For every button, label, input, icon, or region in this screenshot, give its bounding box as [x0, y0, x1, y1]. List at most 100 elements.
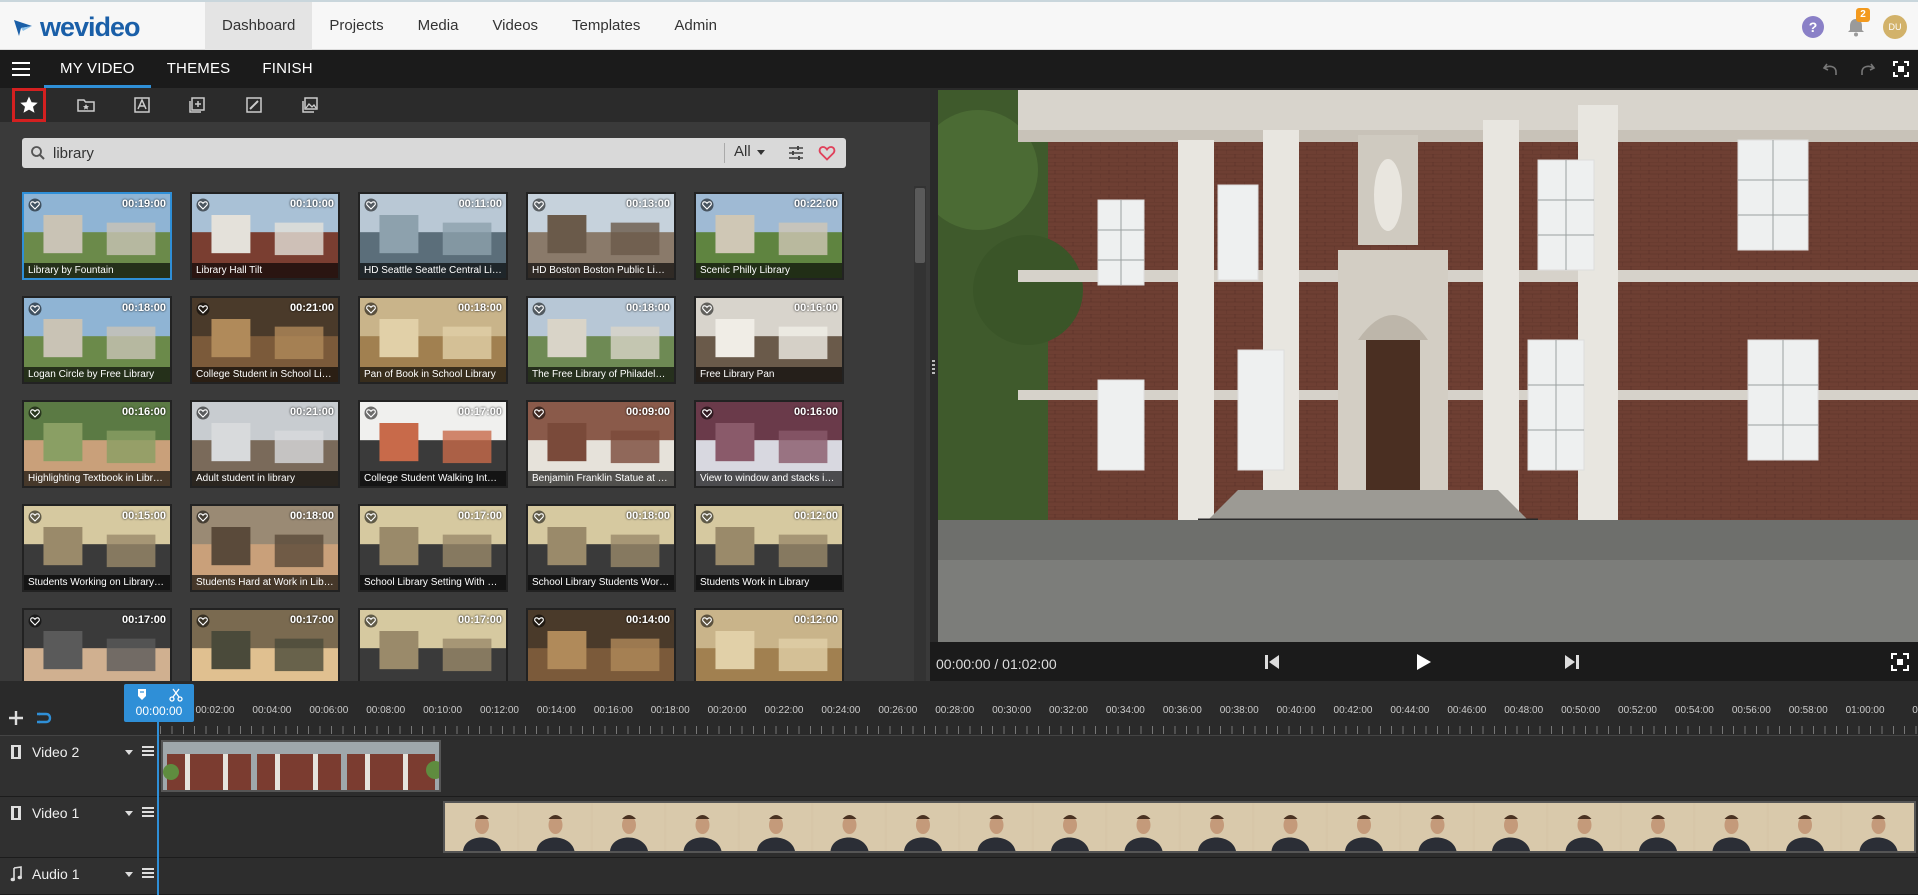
media-thumbnail[interactable]: 00:16:00 View to window and stacks in t..…	[694, 400, 844, 488]
favorites-tab[interactable]	[12, 88, 46, 122]
stock-media-tab[interactable]	[185, 93, 209, 117]
timeline-clip-video-1[interactable]	[443, 801, 1916, 853]
favorite-heart-icon[interactable]	[532, 302, 546, 316]
favorite-heart-icon[interactable]	[532, 614, 546, 628]
help-icon[interactable]: ?	[1802, 16, 1824, 38]
thumbnail-title: Students Work in Library	[696, 575, 842, 590]
nav-templates[interactable]: Templates	[555, 2, 657, 50]
tab-finish[interactable]: FINISH	[246, 50, 328, 88]
user-avatar[interactable]: DU	[1883, 15, 1907, 39]
preview-frame-image	[938, 90, 1918, 642]
media-thumbnail[interactable]: 00:18:00 The Free Library of Philadelphia	[526, 296, 676, 384]
favorite-heart-icon[interactable]	[196, 198, 210, 212]
media-type-filter[interactable]: All	[734, 143, 765, 160]
favorite-heart-icon[interactable]	[28, 302, 42, 316]
fullscreen-icon[interactable]	[1892, 60, 1910, 78]
media-thumbnail[interactable]: 00:18:00 Students Hard at Work in Libra..…	[190, 504, 340, 592]
media-thumbnail[interactable]: 00:11:00 HD Seattle Seattle Central Libr.…	[358, 192, 508, 280]
media-thumbnail[interactable]: 00:16:00 Free Library Pan	[694, 296, 844, 384]
nav-videos[interactable]: Videos	[475, 2, 555, 50]
redo-icon[interactable]	[1858, 60, 1876, 78]
search-input[interactable]	[53, 142, 733, 164]
media-thumbnail[interactable]: 00:12:00 Students Work in Library	[694, 504, 844, 592]
play-icon[interactable]	[1413, 652, 1433, 672]
tab-my-video[interactable]: MY VIDEO	[44, 50, 151, 88]
nav-projects[interactable]: Projects	[312, 2, 400, 50]
video-preview[interactable]	[938, 90, 1918, 642]
gallery-tab[interactable]	[298, 93, 322, 117]
media-thumbnail[interactable]: 00:09:00 Benjamin Franklin Statue at Li..…	[526, 400, 676, 488]
preview-fullscreen-icon[interactable]	[1890, 652, 1910, 672]
media-thumbnail[interactable]: 00:14:00	[526, 608, 676, 681]
favorite-heart-icon[interactable]	[700, 302, 714, 316]
wevideo-editor: wevideo Dashboard Projects Media Videos …	[0, 0, 1918, 895]
favorite-heart-icon[interactable]	[700, 406, 714, 420]
media-thumbnail[interactable]: 00:17:00	[358, 608, 508, 681]
media-thumbnail[interactable]: 00:17:00 College Student Walking Into L..…	[358, 400, 508, 488]
undo-icon[interactable]	[1822, 60, 1840, 78]
nav-media[interactable]: Media	[401, 2, 476, 50]
favorite-heart-icon[interactable]	[532, 510, 546, 524]
track-menu-icon[interactable]	[142, 868, 154, 878]
favorite-heart-icon[interactable]	[196, 614, 210, 628]
track-dropdown-icon[interactable]	[125, 750, 133, 755]
media-thumbnail[interactable]: 00:18:00 Logan Circle by Free Library	[22, 296, 172, 384]
media-thumbnail[interactable]: 00:17:00 School Library Setting With St..…	[358, 504, 508, 592]
snap-magnet-icon[interactable]	[36, 710, 52, 726]
skip-back-icon[interactable]	[1262, 652, 1282, 672]
favorite-heart-icon[interactable]	[196, 406, 210, 420]
scrollbar-thumb[interactable]	[915, 188, 925, 263]
media-thumbnail[interactable]: 00:17:00	[190, 608, 340, 681]
favorite-heart-icon[interactable]	[700, 510, 714, 524]
hamburger-menu-icon[interactable]	[12, 62, 30, 76]
favorite-heart-icon[interactable]	[364, 302, 378, 316]
wevideo-logo[interactable]: wevideo	[12, 12, 141, 42]
favorite-heart-icon[interactable]	[364, 614, 378, 628]
media-thumbnail[interactable]: 00:15:00 Students Working on Library P...	[22, 504, 172, 592]
media-thumbnail[interactable]: 00:13:00 HD Boston Boston Public Libra...	[526, 192, 676, 280]
favorite-heart-icon[interactable]	[28, 614, 42, 628]
favorite-heart-icon[interactable]	[196, 510, 210, 524]
favorite-heart-icon[interactable]	[532, 198, 546, 212]
media-thumbnail[interactable]: 00:18:00 Pan of Book in School Library	[358, 296, 508, 384]
media-scrollbar[interactable]	[914, 186, 926, 681]
favorite-heart-icon[interactable]	[364, 406, 378, 420]
favorite-heart-icon[interactable]	[700, 198, 714, 212]
favorite-heart-icon[interactable]	[28, 198, 42, 212]
media-thumbnail[interactable]: 00:21:00 Adult student in library	[190, 400, 340, 488]
media-thumbnail[interactable]: 00:19:00 Library by Fountain	[22, 192, 172, 280]
track-menu-icon[interactable]	[142, 746, 154, 756]
timeline-clip-video-2[interactable]	[161, 740, 441, 792]
heart-filter-icon[interactable]	[818, 144, 836, 162]
panel-splitter[interactable]	[930, 88, 937, 681]
media-thumbnail[interactable]: 00:18:00 School Library Students Worki...	[526, 504, 676, 592]
favorite-heart-icon[interactable]	[364, 198, 378, 212]
media-thumbnail[interactable]: 00:17:00	[22, 608, 172, 681]
favorite-heart-icon[interactable]	[532, 406, 546, 420]
track-header-video-1: Video 1	[0, 797, 158, 857]
edit-media-tab[interactable]	[242, 93, 266, 117]
favorite-heart-icon[interactable]	[196, 302, 210, 316]
skip-forward-icon[interactable]	[1562, 652, 1582, 672]
my-media-tab[interactable]	[74, 93, 98, 117]
playhead-line[interactable]	[157, 722, 159, 895]
favorite-heart-icon[interactable]	[28, 510, 42, 524]
nav-dashboard[interactable]: Dashboard	[205, 2, 313, 50]
media-thumbnail[interactable]: 00:22:00 Scenic Philly Library	[694, 192, 844, 280]
splitter-handle-icon[interactable]	[932, 360, 935, 374]
favorite-heart-icon[interactable]	[700, 614, 714, 628]
track-menu-icon[interactable]	[142, 807, 154, 817]
add-track-icon[interactable]	[8, 710, 24, 726]
track-dropdown-icon[interactable]	[125, 872, 133, 877]
nav-admin[interactable]: Admin	[657, 2, 734, 50]
media-thumbnail[interactable]: 00:16:00 Highlighting Textbook in Library	[22, 400, 172, 488]
text-assets-tab[interactable]	[130, 93, 154, 117]
media-thumbnail[interactable]: 00:12:00	[694, 608, 844, 681]
favorite-heart-icon[interactable]	[364, 510, 378, 524]
sliders-icon[interactable]	[787, 144, 805, 162]
media-thumbnail[interactable]: 00:10:00 Library Hall Tilt	[190, 192, 340, 280]
favorite-heart-icon[interactable]	[28, 406, 42, 420]
tab-themes[interactable]: THEMES	[151, 50, 247, 88]
track-dropdown-icon[interactable]	[125, 811, 133, 816]
media-thumbnail[interactable]: 00:21:00 College Student in School Libra.…	[190, 296, 340, 384]
